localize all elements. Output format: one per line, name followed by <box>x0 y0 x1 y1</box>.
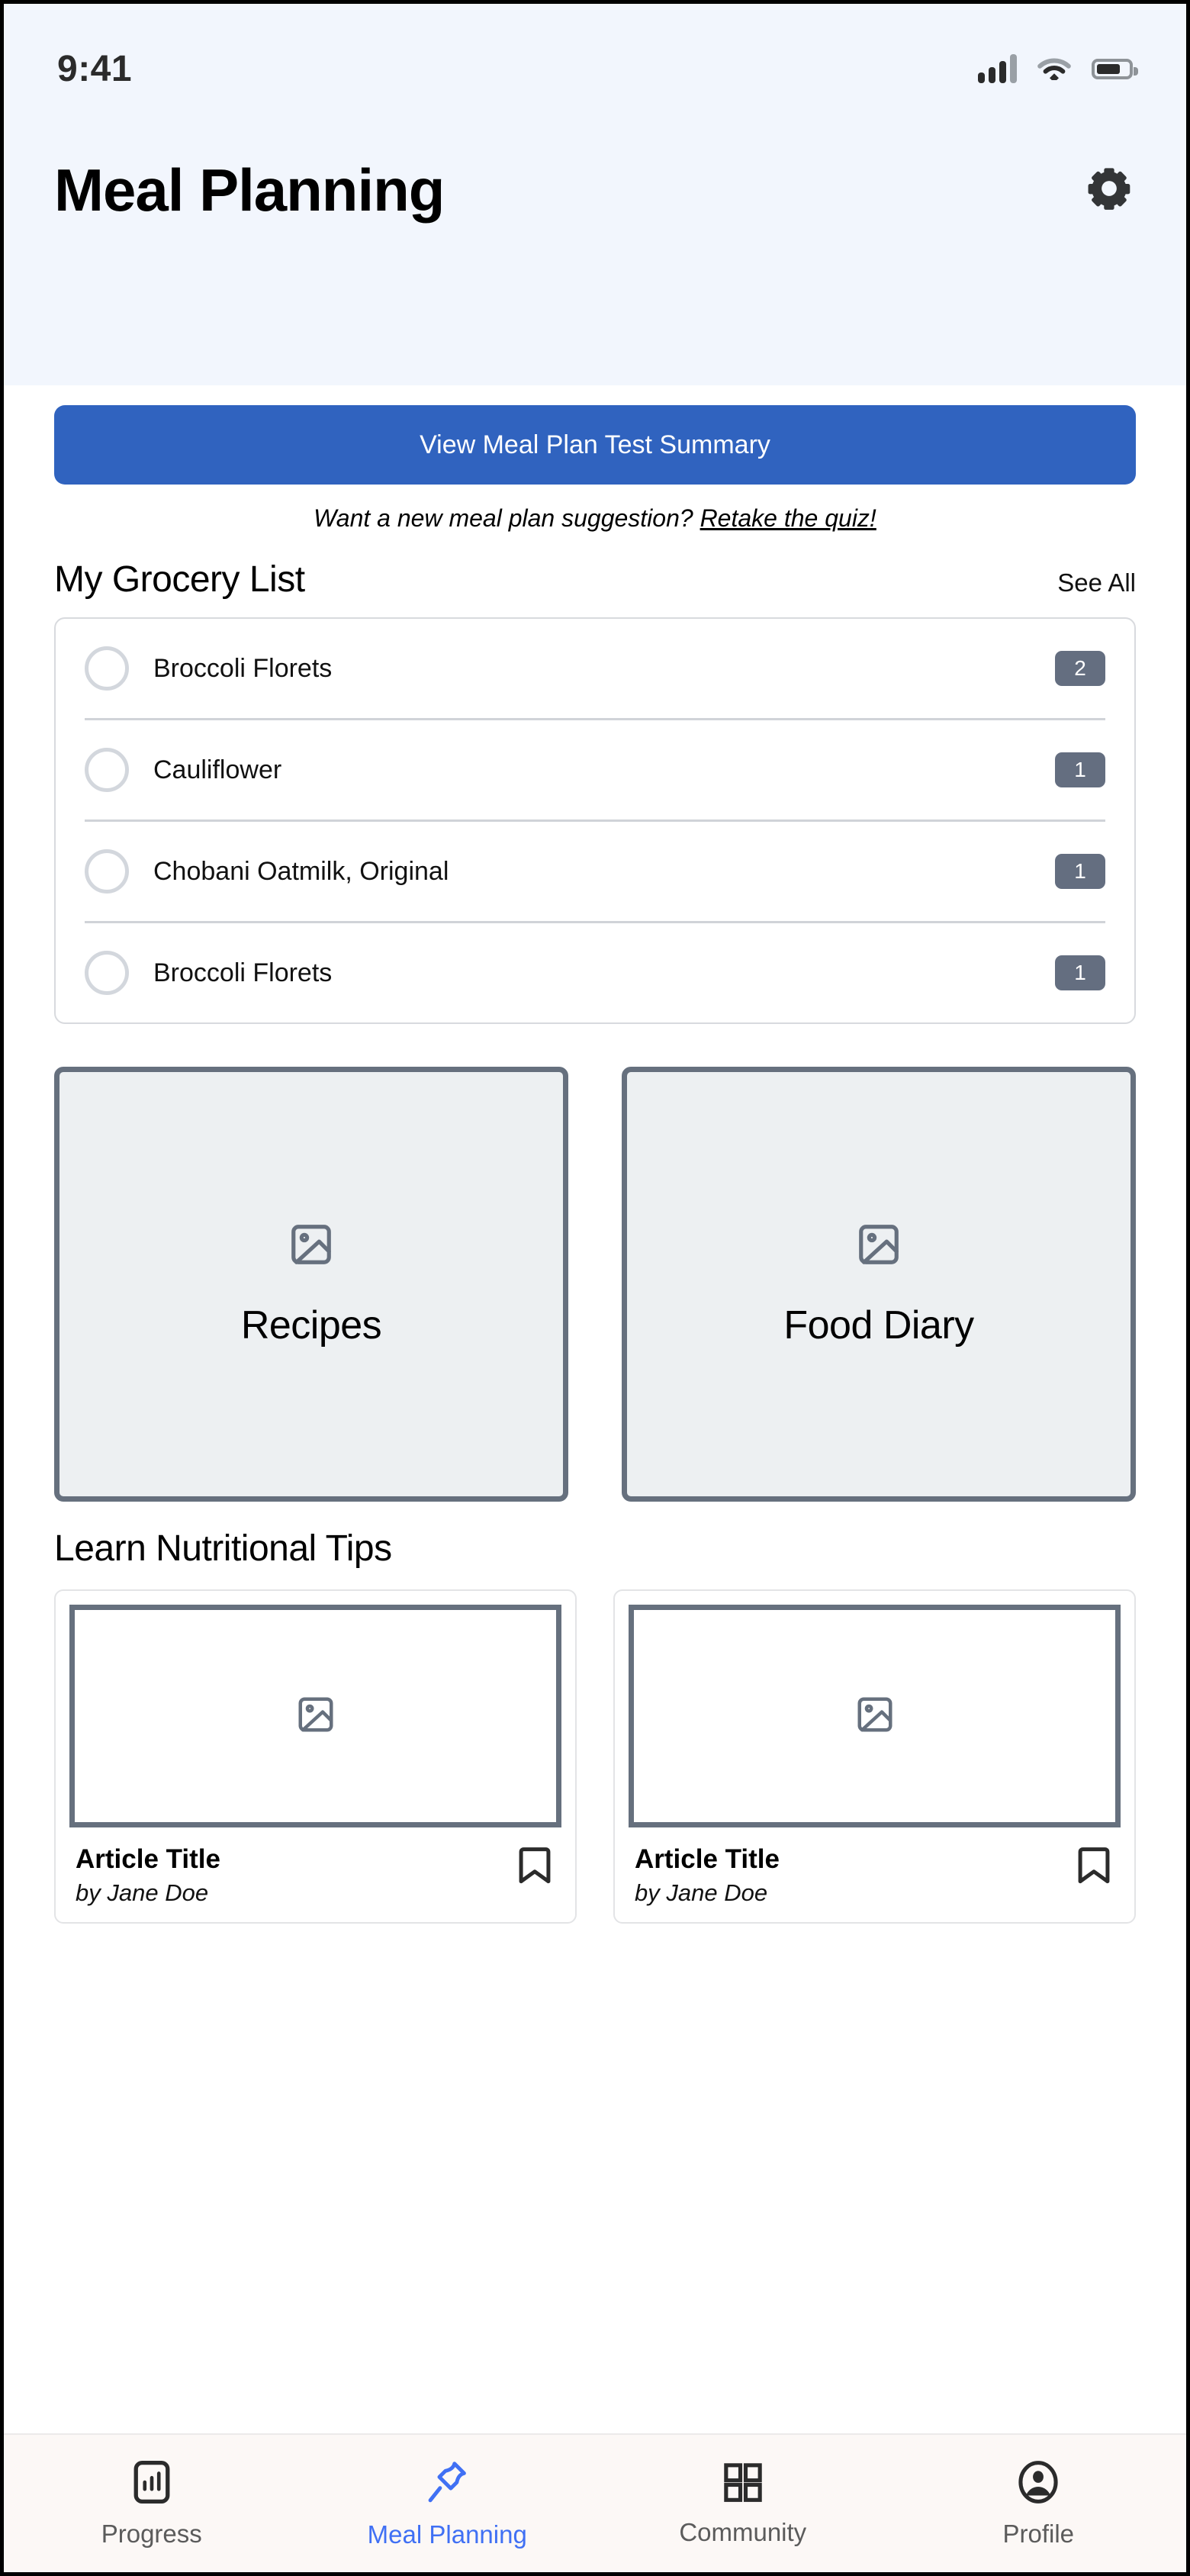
grocery-section-title: My Grocery List <box>54 559 305 600</box>
view-meal-plan-summary-button[interactable]: View Meal Plan Test Summary <box>54 405 1136 485</box>
category-tiles: Recipes Food Diary <box>54 1067 1136 1502</box>
header-band: 9:41 Meal Planning <box>4 4 1186 385</box>
article-text: Article Title by Jane Doe <box>635 1844 780 1907</box>
status-icons <box>978 54 1138 84</box>
article-footer: Article Title by Jane Doe <box>629 1844 1121 1907</box>
tab-label: Community <box>679 2517 807 2546</box>
grocery-item-label: Chobani Oatmilk, Original <box>153 856 449 886</box>
phone-screen: 9:41 Meal Planning View Meal Plan Test S… <box>0 0 1190 2576</box>
grocery-item-quantity: 1 <box>1055 854 1105 889</box>
bar-chart-icon <box>131 2459 172 2509</box>
article-title: Article Title <box>635 1844 780 1874</box>
article-thumbnail <box>69 1605 561 1827</box>
article-author: by Jane Doe <box>76 1879 209 1907</box>
article-author: by Jane Doe <box>635 1879 768 1907</box>
grocery-see-all-link[interactable]: See All <box>1057 568 1136 597</box>
grocery-list-item[interactable]: Broccoli Florets 2 <box>85 619 1105 720</box>
battery-icon <box>1092 58 1138 79</box>
quiz-prompt-text: Want a new meal plan suggestion? <box>314 504 700 532</box>
quiz-prompt: Want a new meal plan suggestion? Retake … <box>54 504 1136 533</box>
tab-label: Profile <box>1002 2519 1075 2548</box>
settings-button[interactable] <box>1082 163 1136 217</box>
grocery-item-quantity: 2 <box>1055 651 1105 686</box>
grocery-item-checkbox[interactable] <box>85 748 129 792</box>
tile-food-diary[interactable]: Food Diary <box>622 1067 1136 1502</box>
tips-section-title: Learn Nutritional Tips <box>54 1528 392 1569</box>
title-row: Meal Planning <box>4 92 1186 220</box>
grocery-section-header: My Grocery List See All <box>54 559 1136 601</box>
tab-community[interactable]: Community <box>595 2461 891 2547</box>
grid-icon <box>722 2461 764 2507</box>
article-title: Article Title <box>76 1844 220 1874</box>
bookmark-icon <box>1075 1843 1113 1890</box>
article-thumbnail <box>629 1605 1121 1827</box>
wifi-icon <box>1037 54 1072 84</box>
bookmark-button[interactable] <box>513 1844 557 1889</box>
image-placeholder-icon <box>855 1221 902 1272</box>
page-title: Meal Planning <box>54 156 445 224</box>
grocery-item-quantity: 1 <box>1055 752 1105 787</box>
grocery-item-label: Broccoli Florets <box>153 653 333 683</box>
grocery-list-card: Broccoli Florets 2 Cauliflower 1 Chobani… <box>54 617 1136 1024</box>
retake-quiz-link[interactable]: Retake the quiz! <box>700 504 876 532</box>
article-text: Article Title by Jane Doe <box>76 1844 220 1907</box>
tile-recipes[interactable]: Recipes <box>54 1067 568 1502</box>
grocery-item-label: Broccoli Florets <box>153 958 333 987</box>
grocery-list-item[interactable]: Cauliflower 1 <box>85 720 1105 822</box>
tips-section-header: Learn Nutritional Tips <box>54 1528 1136 1570</box>
status-bar: 9:41 <box>4 4 1186 92</box>
bookmark-button[interactable] <box>1072 1844 1116 1889</box>
grocery-item-quantity: 1 <box>1055 955 1105 990</box>
article-card[interactable]: Article Title by Jane Doe <box>613 1589 1136 1924</box>
gear-icon <box>1085 164 1134 217</box>
tile-label: Food Diary <box>783 1302 974 1348</box>
grocery-item-checkbox[interactable] <box>85 951 129 995</box>
grocery-list-item[interactable]: Broccoli Florets 1 <box>85 923 1105 1022</box>
tab-meal-planning[interactable]: Meal Planning <box>300 2458 596 2549</box>
grocery-item-checkbox[interactable] <box>85 646 129 691</box>
tab-label: Meal Planning <box>367 2520 527 2549</box>
tab-label: Progress <box>101 2519 202 2548</box>
bottom-tab-bar: Progress Meal Planning Community Profile <box>4 2433 1186 2572</box>
bookmark-icon <box>516 1843 554 1890</box>
cellular-signal-icon <box>978 54 1017 83</box>
grocery-item-label: Cauliflower <box>153 755 282 784</box>
tile-label: Recipes <box>240 1302 382 1348</box>
image-placeholder-icon <box>854 1694 896 1739</box>
tab-progress[interactable]: Progress <box>4 2459 300 2549</box>
grocery-list-item[interactable]: Chobani Oatmilk, Original 1 <box>85 822 1105 923</box>
pin-icon <box>426 2458 468 2510</box>
grocery-item-checkbox[interactable] <box>85 849 129 894</box>
article-list: Article Title by Jane Doe Article Title … <box>54 1589 1136 1924</box>
tab-profile[interactable]: Profile <box>891 2459 1187 2549</box>
article-card[interactable]: Article Title by Jane Doe <box>54 1589 577 1924</box>
image-placeholder-icon <box>288 1221 335 1272</box>
article-footer: Article Title by Jane Doe <box>69 1844 561 1907</box>
person-circle-icon <box>1017 2459 1060 2509</box>
status-time: 9:41 <box>57 48 133 89</box>
main-content: View Meal Plan Test Summary Want a new m… <box>4 385 1186 2433</box>
image-placeholder-icon <box>295 1694 336 1739</box>
